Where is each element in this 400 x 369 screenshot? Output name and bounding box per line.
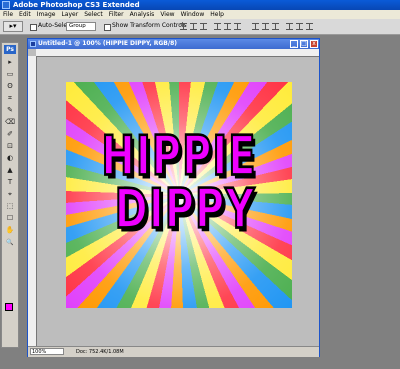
ps-logo: Ps <box>4 45 16 54</box>
zoom-field[interactable]: 100% <box>30 348 64 355</box>
distribute-hcenter-icon[interactable] <box>296 23 303 30</box>
document-window: Untitled-1 @ 100% (HIPPIE DIPPY, RGB/8) … <box>27 38 320 357</box>
tool-preset-picker[interactable]: ▸▾ <box>3 21 23 32</box>
menu-layer[interactable]: Layer <box>58 10 81 19</box>
options-bar: ▸▾ Auto-Select: Group Show Transform Con… <box>0 19 400 35</box>
menu-select[interactable]: Select <box>81 10 106 19</box>
menu-window[interactable]: Window <box>178 10 208 19</box>
document-title-bar[interactable]: Untitled-1 @ 100% (HIPPIE DIPPY, RGB/8) … <box>28 39 319 49</box>
foreground-color-swatch[interactable] <box>5 303 13 311</box>
menu-view[interactable]: View <box>157 10 177 19</box>
menu-analysis[interactable]: Analysis <box>127 10 158 19</box>
maximize-button[interactable]: □ <box>300 40 308 48</box>
notes-tool-icon[interactable]: ☐ <box>5 214 15 223</box>
eraser-tool-icon[interactable]: ⌫ <box>5 118 15 127</box>
auto-select-dropdown[interactable]: Group <box>66 22 96 31</box>
show-transform-checkbox[interactable] <box>104 24 111 31</box>
zoom-tool-icon[interactable]: 🔍 <box>5 238 15 247</box>
type-tool-icon[interactable]: T <box>5 178 15 187</box>
menu-image[interactable]: Image <box>34 10 59 19</box>
tools-panel: Ps ▸ ▭ ʘ ⌗ ✎ ⌫ ✐ ⊡ ◐ ▲ T ⌖ ⬚ ☐ ✋ 🔍 <box>1 42 19 348</box>
align-bottom-icon[interactable] <box>200 23 207 30</box>
marquee-tool-icon[interactable]: ▭ <box>5 70 15 79</box>
horizontal-ruler[interactable] <box>36 49 319 57</box>
document-title: Untitled-1 @ 100% (HIPPIE DIPPY, RGB/8) <box>38 40 177 47</box>
pen-tool-icon[interactable]: ▲ <box>5 166 15 175</box>
shape-tool-icon[interactable]: ⬚ <box>5 202 15 211</box>
align-left-icon[interactable] <box>214 23 221 30</box>
distribute-left-icon[interactable] <box>286 23 293 30</box>
close-button[interactable]: x <box>310 40 318 48</box>
auto-select-checkbox[interactable] <box>30 24 37 31</box>
lasso-tool-icon[interactable]: ʘ <box>5 82 15 91</box>
menu-file[interactable]: File <box>0 10 16 19</box>
photoshop-app-icon <box>2 1 10 9</box>
menu-bar: File Edit Image Layer Select Filter Anal… <box>0 10 400 19</box>
vertical-ruler[interactable] <box>28 56 37 346</box>
menu-filter[interactable]: Filter <box>106 10 127 19</box>
app-title-bar: Adobe Photoshop CS3 Extended <box>0 0 400 10</box>
show-transform-label: Show Transform Controls <box>112 22 187 29</box>
canvas-text-line-2: DIPPY <box>114 178 256 243</box>
image-canvas[interactable]: HIPPIE DIPPY <box>66 82 292 308</box>
app-title: Adobe Photoshop CS3 Extended <box>13 1 140 9</box>
distribute-bottom-icon[interactable] <box>272 23 279 30</box>
distribute-top-icon[interactable] <box>252 23 259 30</box>
dodge-tool-icon[interactable]: ◐ <box>5 154 15 163</box>
move-tool-icon[interactable]: ▸ <box>5 58 15 67</box>
align-top-icon[interactable] <box>180 23 187 30</box>
align-hcenter-icon[interactable] <box>224 23 231 30</box>
document-size-info[interactable]: Doc: 752.4K/1.08M <box>76 347 124 357</box>
distribute-vcenter-icon[interactable] <box>262 23 269 30</box>
path-select-icon[interactable]: ⌖ <box>5 190 15 199</box>
stamp-tool-icon[interactable]: ⊡ <box>5 142 15 151</box>
brush-tool-icon[interactable]: ✎ <box>5 106 15 115</box>
menu-help[interactable]: Help <box>207 10 227 19</box>
history-brush-icon[interactable]: ✐ <box>5 130 15 139</box>
align-right-icon[interactable] <box>234 23 241 30</box>
status-bar: 100% Doc: 752.4K/1.08M <box>28 346 319 357</box>
document-icon <box>30 41 36 47</box>
minimize-button[interactable]: _ <box>290 40 298 48</box>
crop-tool-icon[interactable]: ⌗ <box>5 94 15 103</box>
hand-tool-icon[interactable]: ✋ <box>5 226 15 235</box>
distribute-right-icon[interactable] <box>306 23 313 30</box>
menu-edit[interactable]: Edit <box>16 10 34 19</box>
align-vcenter-icon[interactable] <box>190 23 197 30</box>
